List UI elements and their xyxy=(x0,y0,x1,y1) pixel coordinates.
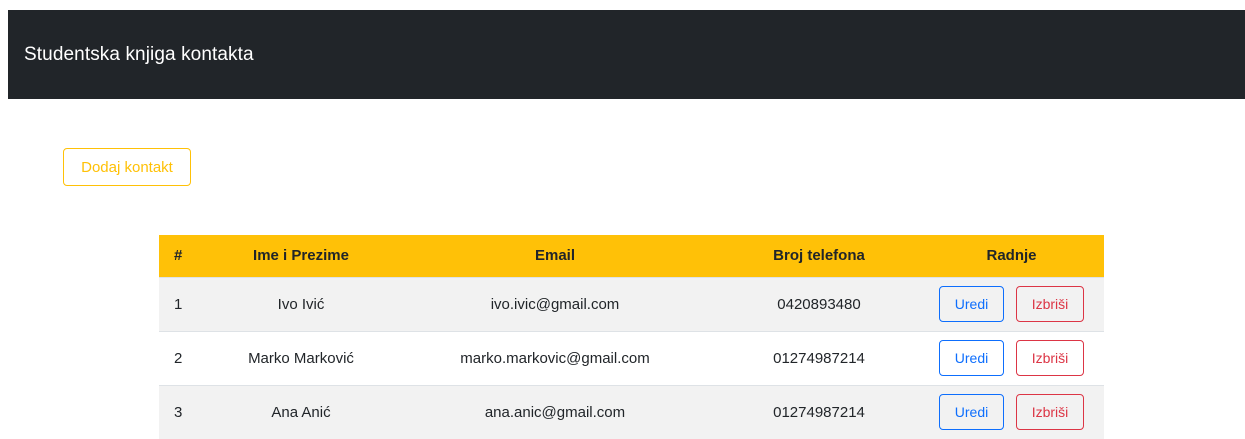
row-email: ana.anic@gmail.com xyxy=(484,403,626,421)
header-number: # xyxy=(174,247,183,265)
row-number: 2 xyxy=(174,349,183,367)
row-actions: Uredi Izbriši xyxy=(919,331,1104,385)
table-header: # Ime i Prezime Email Broj telefona Radn… xyxy=(159,235,1104,277)
row-number: 3 xyxy=(174,403,183,421)
contacts-table-container: # Ime i Prezime Email Broj telefona Radn… xyxy=(159,235,1104,439)
edit-button[interactable]: Uredi xyxy=(939,340,1004,376)
navbar-brand[interactable]: Studentska knjiga kontakta xyxy=(24,44,254,66)
row-phone: 01274987214 xyxy=(773,403,865,421)
table-row: 1 Ivo Ivić ivo.ivic@gmail.com 0420893480… xyxy=(159,277,1104,331)
add-contact-button[interactable]: Dodaj kontakt xyxy=(63,148,191,186)
row-name: Ivo Ivić xyxy=(277,295,325,313)
row-email: ivo.ivic@gmail.com xyxy=(490,295,620,313)
header-email: Email xyxy=(534,247,576,265)
row-number: 1 xyxy=(174,295,183,313)
contacts-table: # Ime i Prezime Email Broj telefona Radn… xyxy=(159,235,1104,439)
table-row: 3 Ana Anić ana.anic@gmail.com 0127498721… xyxy=(159,385,1104,439)
delete-button[interactable]: Izbriši xyxy=(1016,394,1084,431)
table-row: 2 Marko Marković marko.markovic@gmail.co… xyxy=(159,331,1104,385)
row-phone: 01274987214 xyxy=(773,349,865,367)
header-phone: Broj telefona xyxy=(773,247,865,265)
row-email: marko.markovic@gmail.com xyxy=(460,349,650,367)
table-body: 1 Ivo Ivić ivo.ivic@gmail.com 0420893480… xyxy=(159,277,1104,439)
header-actions: Radnje xyxy=(986,247,1037,265)
row-phone: 0420893480 xyxy=(777,295,861,313)
edit-button[interactable]: Uredi xyxy=(939,394,1004,431)
table-header-row: # Ime i Prezime Email Broj telefona Radn… xyxy=(159,235,1104,277)
edit-button[interactable]: Uredi xyxy=(939,286,1004,322)
header-name: Ime i Prezime xyxy=(253,247,349,265)
delete-button[interactable]: Izbriši xyxy=(1016,286,1084,322)
top-navbar: Studentska knjiga kontakta xyxy=(8,10,1245,99)
delete-button[interactable]: Izbriši xyxy=(1016,340,1084,376)
row-actions: Uredi Izbriši xyxy=(919,385,1104,439)
row-name: Marko Marković xyxy=(248,349,354,367)
row-name: Ana Anić xyxy=(271,403,331,421)
row-actions: Uredi Izbriši xyxy=(919,277,1104,331)
